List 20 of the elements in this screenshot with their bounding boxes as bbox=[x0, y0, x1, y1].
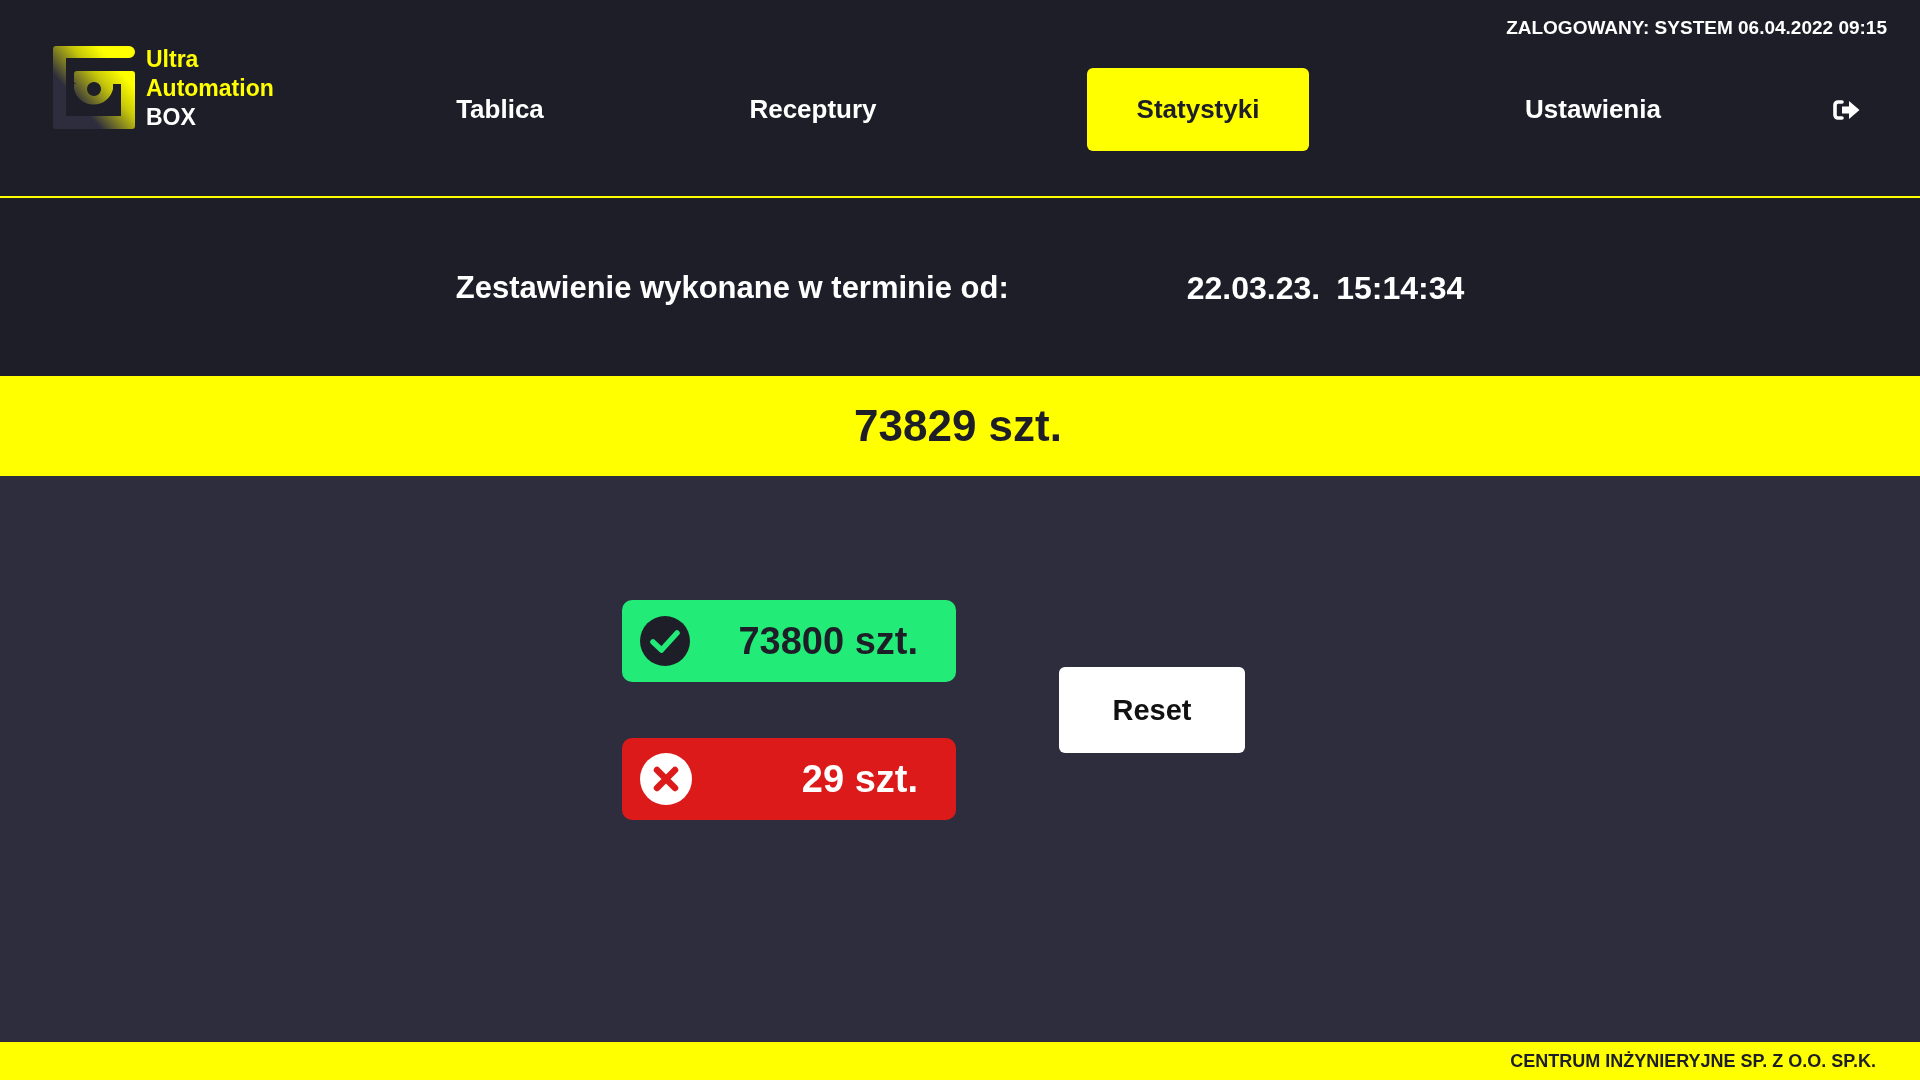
logo-icon bbox=[53, 46, 135, 129]
company-name: CENTRUM INŻYNIERYJNE SP. Z O.O. SP.K. bbox=[1510, 1050, 1876, 1072]
logo-text: Ultra bbox=[146, 45, 199, 74]
start-time: 15:14:34 bbox=[1336, 269, 1465, 307]
counter-value: 29 szt. bbox=[801, 757, 918, 801]
logo-text: BOX bbox=[146, 103, 196, 132]
logout-icon[interactable] bbox=[1833, 99, 1860, 120]
nav-tab[interactable]: Statystyki bbox=[1086, 68, 1310, 151]
nav-tab[interactable]: Receptury bbox=[741, 68, 885, 151]
nav-tab[interactable]: Tablica bbox=[448, 68, 552, 151]
reset-button[interactable]: Reset bbox=[1059, 667, 1245, 753]
total-count: 73829 szt. bbox=[854, 401, 1062, 451]
nav-tab[interactable]: Ustawienia bbox=[1517, 68, 1669, 151]
logo-text: Automation bbox=[146, 74, 274, 103]
start-date: 22.03.23. bbox=[1186, 269, 1321, 307]
counter-value: 73800 szt. bbox=[738, 619, 918, 663]
login-status-text: ZALOGOWANY: SYSTEM 06.04.2022 09:15 bbox=[1506, 16, 1887, 40]
cross-circle-icon bbox=[640, 753, 692, 805]
check-circle-icon bbox=[640, 616, 690, 666]
summary-label: Zestawienie wykonane w terminie od: bbox=[455, 270, 1009, 306]
